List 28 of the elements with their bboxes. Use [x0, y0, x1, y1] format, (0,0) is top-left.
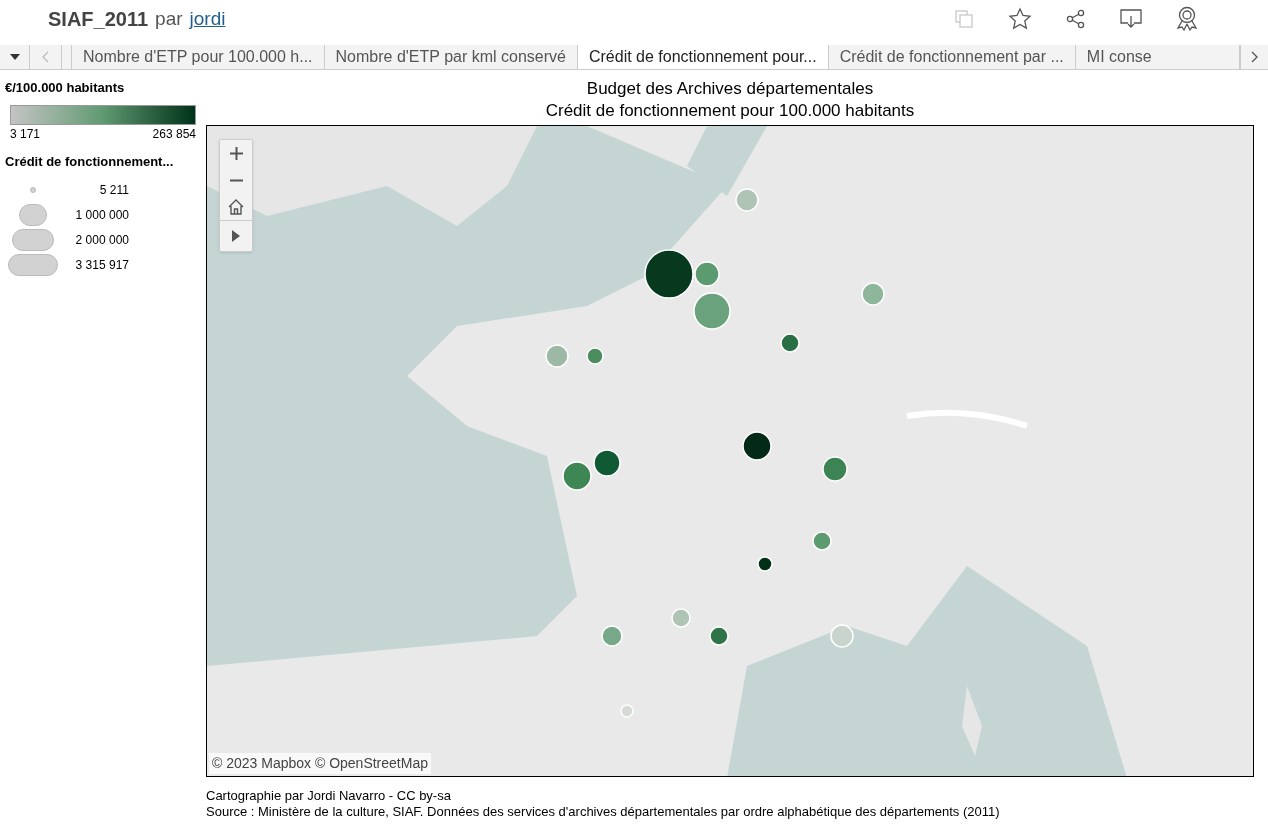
home-icon — [228, 199, 244, 215]
scale-min-label: 3 171 — [10, 125, 41, 143]
by-label: par — [155, 6, 183, 31]
chevron-left-icon — [42, 51, 49, 63]
download-icon[interactable] — [1120, 9, 1142, 29]
play-icon — [232, 230, 240, 242]
chevron-right-icon — [1251, 51, 1258, 63]
share-icon[interactable] — [1066, 9, 1086, 29]
star-icon[interactable] — [1008, 7, 1032, 31]
footer-note: Cartographie par Jordi Navarro - CC by-sa — [206, 788, 452, 804]
sheet-tab[interactable]: Crédit de fonctionnement pour... — [577, 45, 829, 69]
workbook-title: SIAF_2011 — [48, 7, 149, 32]
size-label: 3 315 917 — [74, 256, 129, 274]
caret-icon — [9, 54, 20, 60]
plus-icon — [229, 147, 243, 160]
map-attribution: © 2023 Mapbox © OpenStreetMap — [209, 753, 431, 774]
chart-title: Budget des Archives départementales — [586, 77, 874, 100]
minus-icon — [229, 179, 243, 182]
scale-max-label: 263 854 — [152, 125, 196, 143]
footer-note: Source : Ministère de la culture, SIAF. Données des services d'archives départementales par ordre alphabétique des départements (2011) — [206, 804, 1001, 820]
size-label: 5 211 — [98, 181, 129, 199]
author-link[interactable]: jordi — [189, 4, 226, 34]
badge-icon[interactable] — [1176, 6, 1198, 32]
legend-title: €/100.000 habitants — [5, 79, 126, 97]
size-label: 1 000 000 — [74, 206, 129, 224]
size-label: 2 000 000 — [74, 231, 129, 249]
legend-title: Crédit de fonctionnement... — [5, 152, 175, 171]
chart-subtitle: Crédit de fonctionnement pour 100.000 habitants — [545, 99, 915, 122]
